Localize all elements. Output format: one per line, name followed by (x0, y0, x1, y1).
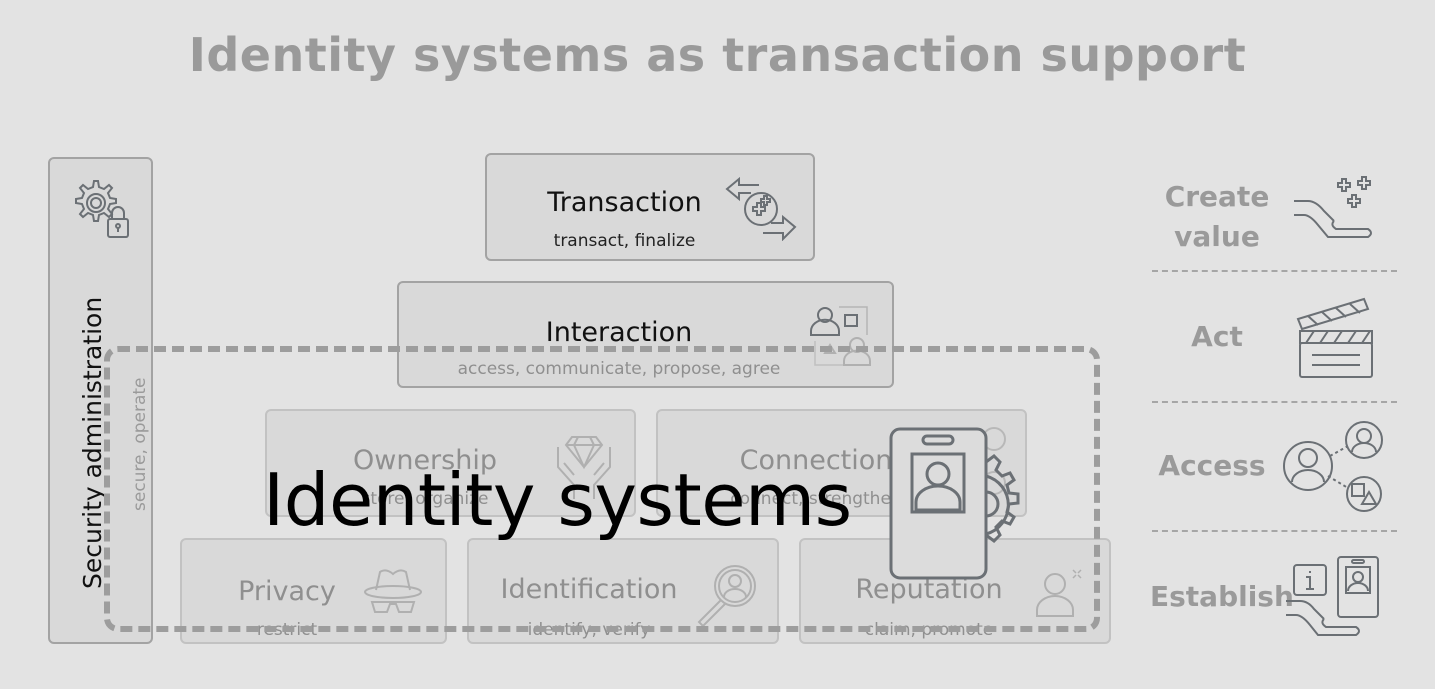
interaction-sub: access, communicate, propose, agree (457, 359, 781, 379)
interaction-box: Interaction access, communicate, propose… (397, 281, 894, 388)
transaction-sub: transact, finalize (553, 231, 696, 251)
transaction-box: Transaction transact, finalize (485, 153, 815, 261)
security-label: Security administration (78, 296, 107, 589)
side-label-access-text: Access (1158, 449, 1266, 482)
security-administration-box: Security administration secure, operate (48, 157, 153, 644)
identity-systems-label: Identity systems (263, 458, 852, 542)
hat-glasses-icon (364, 569, 422, 613)
side-label-establish: Establish (1150, 577, 1294, 617)
side-label-act: Act (1150, 317, 1284, 357)
transaction-label: Transaction (547, 187, 702, 218)
identification-sub: identify, verify (527, 620, 651, 640)
side-label-establish-text: Establish (1150, 580, 1294, 613)
identification-label: Identification (500, 574, 678, 605)
side-label-access: Access (1145, 446, 1279, 486)
interaction-label: Interaction (545, 317, 693, 348)
side-label-create: Create (1164, 180, 1270, 213)
id-badge-gear-icon (889, 427, 1020, 580)
side-divider (1152, 401, 1397, 403)
people-shapes-icon (810, 306, 871, 366)
security-sub: secure, operate (130, 377, 150, 511)
clapperboard-icon (1296, 297, 1373, 378)
hand-plus-icon (1294, 176, 1372, 238)
user-network-icon (1283, 421, 1383, 512)
privacy-box: Privacy restrict (180, 538, 447, 644)
side-divider (1152, 270, 1397, 272)
hand-id-card-icon (1286, 556, 1379, 636)
side-divider (1152, 530, 1397, 532)
side-label-value: value (1174, 220, 1260, 253)
reputation-sub: claim, promote (864, 620, 994, 640)
identification-box: Identification identify, verify (467, 538, 779, 644)
magnifier-person-icon (697, 565, 756, 628)
page-title: Identity systems as transaction support (188, 28, 1247, 82)
exchange-arrows-icon (725, 177, 797, 241)
privacy-label: Privacy (238, 576, 336, 607)
side-label-act-text: Act (1191, 320, 1243, 353)
side-label-create-value: Create value (1150, 177, 1284, 257)
privacy-sub: restrict (256, 620, 318, 640)
